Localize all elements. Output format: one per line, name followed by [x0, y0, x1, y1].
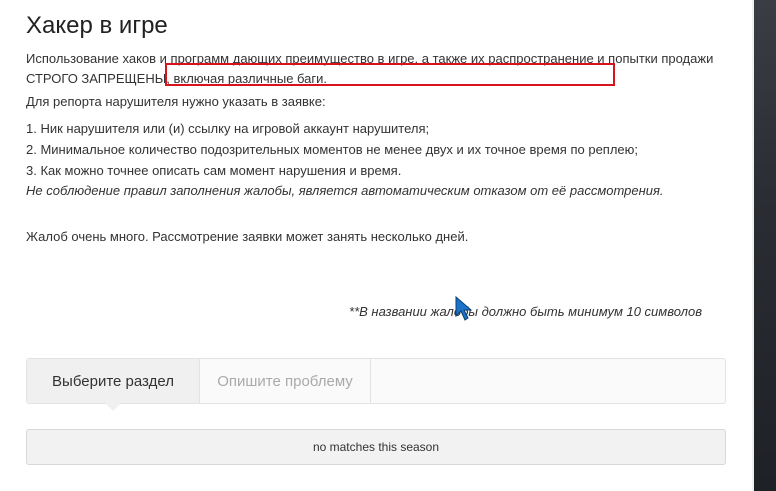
title-length-note: **В названии жалобы должно быть минимум … — [349, 304, 702, 319]
background-image-strip — [752, 0, 776, 491]
intro-forbidden: СТРОГО ЗАПРЕЩЕНЫ — [26, 71, 167, 86]
strip-divider — [752, 0, 754, 491]
warning-text: Не соблюдение правил заполнения жалобы, … — [26, 183, 664, 198]
tab-caret — [105, 403, 121, 411]
highlight-box — [165, 63, 615, 86]
match-select-bar[interactable]: no matches this season — [26, 429, 726, 465]
tab-label: Выберите раздел — [52, 372, 174, 390]
tab-choose-section[interactable]: Выберите раздел — [27, 359, 200, 411]
report-tabs: Выберите раздел Опишите проблему — [26, 358, 726, 411]
mouse-pointer-icon — [455, 296, 473, 321]
report-intro: Для репорта нарушителя нужно указать в з… — [26, 94, 326, 109]
page-title: Хакер в игре — [26, 12, 168, 39]
match-bar-label: no matches this season — [312, 440, 440, 454]
page: Хакер в игре Использование хаков и прогр… — [0, 0, 752, 491]
list-item: 1. Ник нарушителя или (и) ссылку на игро… — [26, 121, 430, 136]
requirements-list: 1. Ник нарушителя или (и) ссылку на игро… — [26, 118, 638, 181]
tab-describe-problem[interactable]: Опишите проблему — [200, 359, 371, 403]
many-complaints-text: Жалоб очень много. Рассмотрение заявки м… — [26, 229, 469, 244]
list-item: 2. Минимальное количество подозрительных… — [26, 142, 639, 157]
list-item: 3. Как можно точнее описать сам момент н… — [26, 163, 402, 178]
tab-label: Опишите проблему — [217, 372, 353, 390]
